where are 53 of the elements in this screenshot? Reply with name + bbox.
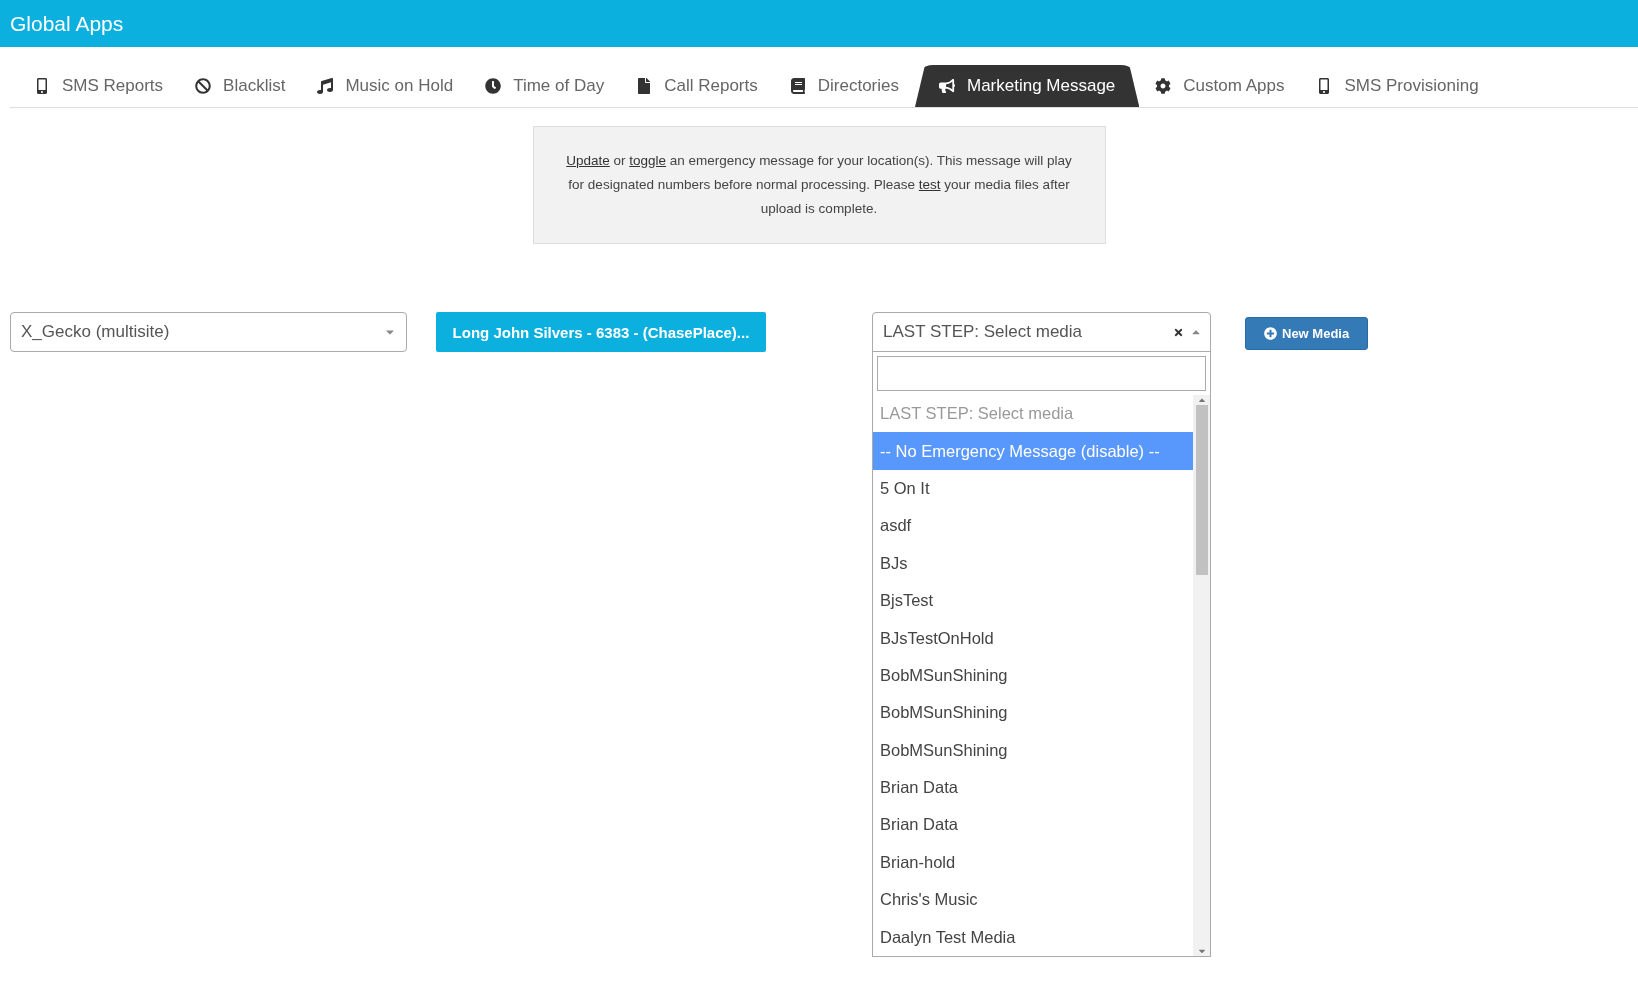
tab-label: Music on Hold xyxy=(345,76,454,96)
dropdown-option[interactable]: BjsTest xyxy=(873,581,1193,620)
dropdown-option[interactable]: BobMSunShining xyxy=(873,694,1193,732)
ban-icon xyxy=(195,78,212,94)
select-value: X_Gecko (multisite) xyxy=(21,322,170,342)
phone-icon xyxy=(34,78,50,94)
dropdown-option[interactable]: Brian Data xyxy=(873,806,1193,844)
info-text: Update or toggle an emergency message for your location(s). This message will play for designated numbers before normal processing. Please test your media files after upload is complete. xyxy=(565,152,1073,218)
inline-link[interactable]: toggle xyxy=(629,153,667,168)
tab-label: SMS Reports xyxy=(62,76,164,96)
nav-tab[interactable]: Call Reports xyxy=(620,65,774,107)
search-field[interactable] xyxy=(877,356,1206,391)
nav-tab[interactable]: Marketing Message xyxy=(915,65,1140,107)
app-title: Global Apps xyxy=(10,11,124,36)
file-icon xyxy=(636,78,653,94)
nav-tab[interactable]: Time of Day xyxy=(469,65,621,107)
scrollbar[interactable] xyxy=(1193,395,1210,956)
music-note-icon xyxy=(317,78,334,94)
location-select[interactable]: X_Gecko (multisite) xyxy=(10,312,407,352)
megaphone-icon xyxy=(939,78,955,94)
tab-label: Directories xyxy=(817,76,899,96)
dropdown-option[interactable]: asdf xyxy=(873,507,1193,545)
tab-label: Blacklist xyxy=(223,76,286,96)
book-icon xyxy=(789,78,806,94)
inline-link[interactable]: Update xyxy=(566,153,610,168)
dropdown-option[interactable]: Brian Data xyxy=(873,768,1193,807)
tab-label: Call Reports xyxy=(664,76,758,96)
tab-label: SMS Provisioning xyxy=(1344,76,1479,96)
gear-icon xyxy=(1155,78,1172,94)
nav-tab[interactable]: SMS Reports xyxy=(18,65,180,107)
select-value: LAST STEP: Select media xyxy=(883,322,1083,342)
nav-tab[interactable]: Custom Apps xyxy=(1139,65,1301,107)
scroll-thumb[interactable] xyxy=(1195,405,1208,575)
tab-label: Custom Apps xyxy=(1183,76,1285,96)
dropdown-option[interactable]: BobMSunShining xyxy=(873,731,1193,769)
nav-tab[interactable]: SMS Provisioning xyxy=(1300,65,1495,107)
nav-tab[interactable]: Directories xyxy=(773,65,915,107)
new-media-button[interactable]: New Media xyxy=(1245,317,1369,350)
dropdown-option[interactable]: BobMSunShining xyxy=(873,656,1193,695)
dropdown-option[interactable]: Brian-hold xyxy=(873,843,1193,882)
dropdown-option[interactable]: BJsTestOnHold xyxy=(873,619,1193,657)
plus-icon xyxy=(1264,327,1277,340)
dropdown-option[interactable]: Daalyn Test Media xyxy=(873,918,1193,956)
tab-label: Marketing Message xyxy=(967,76,1116,96)
clear-icon[interactable] xyxy=(1173,326,1184,338)
dropdown-option[interactable]: 5 On It xyxy=(873,469,1193,508)
inline-link[interactable]: test xyxy=(918,177,941,192)
tab-label: Time of Day xyxy=(513,76,605,96)
nav-tab[interactable]: Blacklist xyxy=(179,65,302,107)
clock-icon xyxy=(485,78,502,94)
nav-tab[interactable]: Music on Hold xyxy=(301,65,470,107)
dropdown-option[interactable]: Chris's Music xyxy=(873,881,1193,919)
dropdown-option[interactable]: BJs xyxy=(873,544,1193,582)
